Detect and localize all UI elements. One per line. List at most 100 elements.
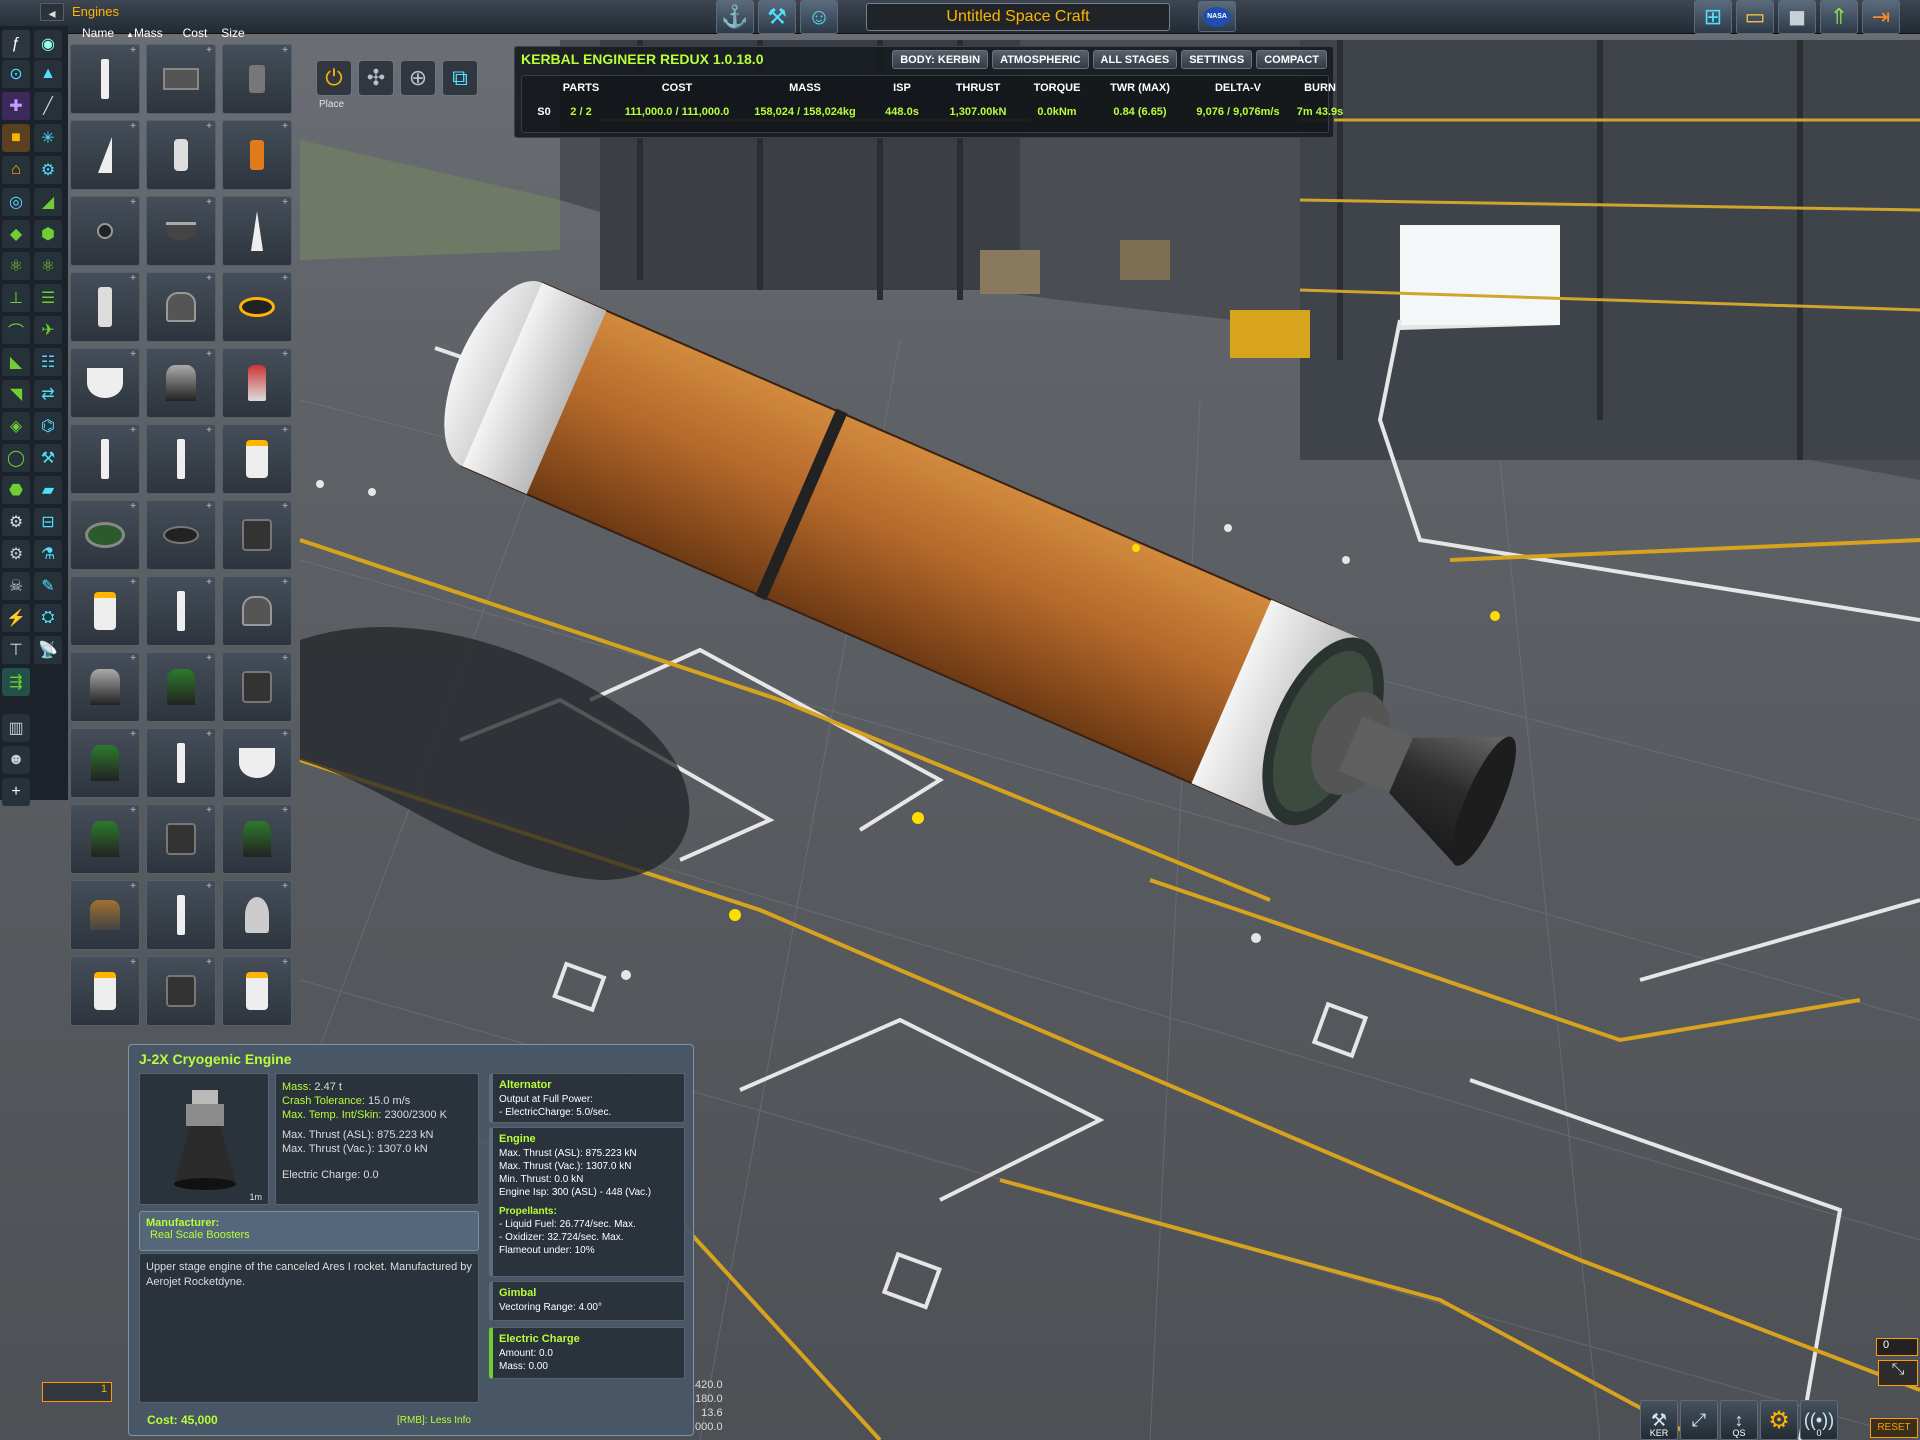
part-thumbnail[interactable]: + (70, 576, 140, 646)
part-thumbnail[interactable]: + (70, 956, 140, 1026)
communication-icon[interactable]: ⚛ (2, 252, 30, 280)
part-thumbnail[interactable]: + (146, 348, 216, 418)
load-craft-icon[interactable]: ▭ (1736, 0, 1774, 34)
symmetry-icon[interactable]: ⤡ (1878, 1360, 1918, 1386)
new-craft-icon[interactable]: ⊞ (1694, 0, 1732, 34)
exit-icon[interactable]: ⇥ (1862, 0, 1900, 34)
part-thumbnail[interactable]: + (70, 500, 140, 570)
fuel-tank-icon[interactable]: ⊙ (2, 60, 30, 88)
rotate-tool-icon[interactable]: ⊕ (400, 60, 436, 96)
part-thumbnail[interactable]: + (222, 576, 292, 646)
craft-name-field[interactable]: Untitled Space Craft (866, 3, 1170, 31)
rover-icon[interactable]: ◥ (2, 380, 30, 408)
part-thumbnail[interactable]: + (222, 956, 292, 1026)
engine-icon[interactable]: ▲ (34, 60, 62, 88)
crew-icon[interactable]: ☺ (800, 0, 838, 34)
antenna-app-button[interactable]: ((•)) 0 (1800, 1400, 1838, 1440)
electrical-icon[interactable]: ⬢ (34, 220, 62, 248)
part-thumbnail[interactable]: + (222, 196, 292, 266)
part-thumbnail[interactable]: + (222, 728, 292, 798)
globe-icon[interactable]: ◎ (2, 188, 30, 216)
part-thumbnail[interactable]: + (146, 652, 216, 722)
root-tool-icon[interactable]: ⧉ (442, 60, 478, 96)
part-thumbnail[interactable]: + (146, 424, 216, 494)
part-thumbnail[interactable]: + (146, 500, 216, 570)
dock-icon[interactable]: ⬣ (2, 476, 30, 504)
part-thumbnail[interactable]: + (222, 424, 292, 494)
ker-compact-button[interactable]: COMPACT (1256, 50, 1327, 69)
offset-tool-icon[interactable]: ✣ (358, 60, 394, 96)
part-thumbnail[interactable]: + (70, 348, 140, 418)
collapse-parts-button[interactable]: ◂ (40, 3, 64, 21)
crane-small-icon[interactable]: ⊤ (2, 636, 30, 664)
aero-icon[interactable]: ◢ (34, 188, 62, 216)
part-thumbnail[interactable]: + (222, 44, 292, 114)
part-thumbnail[interactable]: + (222, 804, 292, 874)
launch-icon[interactable]: ⇑ (1820, 0, 1858, 34)
cargo-icon[interactable]: ⊟ (34, 508, 62, 536)
structural-icon[interactable]: ╱ (34, 92, 62, 120)
part-thumbnail[interactable]: + (70, 44, 140, 114)
settings-gear-icon[interactable]: ⚙ (1760, 1400, 1798, 1440)
sort-by-size[interactable]: Size (215, 24, 252, 44)
part-thumbnail[interactable]: + (146, 44, 216, 114)
part-thumbnail[interactable]: + (70, 652, 140, 722)
save-craft-icon[interactable]: ◼ (1778, 0, 1816, 34)
filter-function-icon[interactable]: ƒ (2, 30, 30, 58)
station-icon[interactable]: ⇄ (34, 380, 62, 408)
part-thumbnail[interactable]: + (146, 880, 216, 950)
plane-icon[interactable]: ✈ (34, 316, 62, 344)
pen-icon[interactable]: ✎ (34, 572, 62, 600)
part-thumbnail[interactable]: + (70, 424, 140, 494)
utility-icon[interactable]: ⚙ (34, 156, 62, 184)
part-thumbnail[interactable]: + (146, 196, 216, 266)
resize-icon[interactable]: ⤢ (1680, 1400, 1718, 1440)
part-thumbnail[interactable]: + (222, 272, 292, 342)
part-thumbnail[interactable]: + (222, 652, 292, 722)
part-thumbnail[interactable]: + (70, 728, 140, 798)
part-thumbnail[interactable]: + (70, 880, 140, 950)
part-thumbnail[interactable]: + (146, 576, 216, 646)
ladder-icon[interactable]: ☷ (34, 348, 62, 376)
part-thumbnail[interactable]: + (146, 272, 216, 342)
misc-icon[interactable]: ⚡ (2, 604, 30, 632)
ker-all-stages-button[interactable]: ALL STAGES (1092, 50, 1178, 69)
gear-icon[interactable]: ⚙ (2, 508, 30, 536)
part-thumbnail[interactable]: + (222, 500, 292, 570)
crane-icon[interactable]: ⚓ (716, 0, 754, 34)
part-thumbnail[interactable]: + (70, 120, 140, 190)
part-thumbnail[interactable]: + (222, 120, 292, 190)
antenna-icon[interactable]: 📡 (34, 636, 62, 664)
wrench-icon[interactable]: ⚒ (34, 444, 62, 472)
part-thumbnail[interactable]: + (146, 728, 216, 798)
rcs-icon[interactable]: ⌬ (34, 412, 62, 440)
wing-icon[interactable]: ◣ (2, 348, 30, 376)
part-thumbnail[interactable]: + (70, 272, 140, 342)
lander-icon[interactable]: ⌒ (2, 316, 30, 344)
ker-app-button[interactable]: ⚒ KER (1640, 1400, 1678, 1440)
control-icon[interactable]: ✚ (2, 92, 30, 120)
part-thumbnail[interactable]: + (70, 196, 140, 266)
add-category-icon[interactable]: + (2, 778, 30, 806)
sort-by-name[interactable]: Name (74, 24, 122, 44)
building-icon[interactable]: ▥ (2, 714, 30, 742)
factory-icon[interactable]: ⌂ (2, 156, 30, 184)
lab-icon[interactable]: ⚗ (34, 540, 62, 568)
flag-button[interactable]: NASA (1198, 1, 1236, 32)
coupling-icon[interactable]: ⊥ (2, 284, 30, 312)
payload-icon[interactable]: ☰ (34, 284, 62, 312)
part-thumbnail[interactable]: + (146, 956, 216, 1026)
science-icon[interactable]: ✳ (34, 124, 62, 152)
ker-atmospheric-button[interactable]: ATMOSPHERIC (992, 50, 1089, 69)
ker-body-button[interactable]: BODY: KERBIN (892, 50, 989, 69)
sort-by-cost[interactable]: Cost (171, 24, 216, 44)
battery-icon[interactable]: ▰ (34, 476, 62, 504)
manufacturer-icon[interactable]: ■ (2, 124, 30, 152)
ker-settings-button[interactable]: SETTINGS (1181, 50, 1253, 69)
part-thumbnail[interactable]: + (70, 804, 140, 874)
probe-icon[interactable]: ◈ (2, 412, 30, 440)
thermal-icon[interactable]: ◆ (2, 220, 30, 248)
place-tool-icon[interactable]: ⏻ (316, 60, 352, 96)
sort-by-mass[interactable]: ▲Mass (122, 24, 171, 44)
kerbal-icon[interactable]: ☻ (2, 746, 30, 774)
